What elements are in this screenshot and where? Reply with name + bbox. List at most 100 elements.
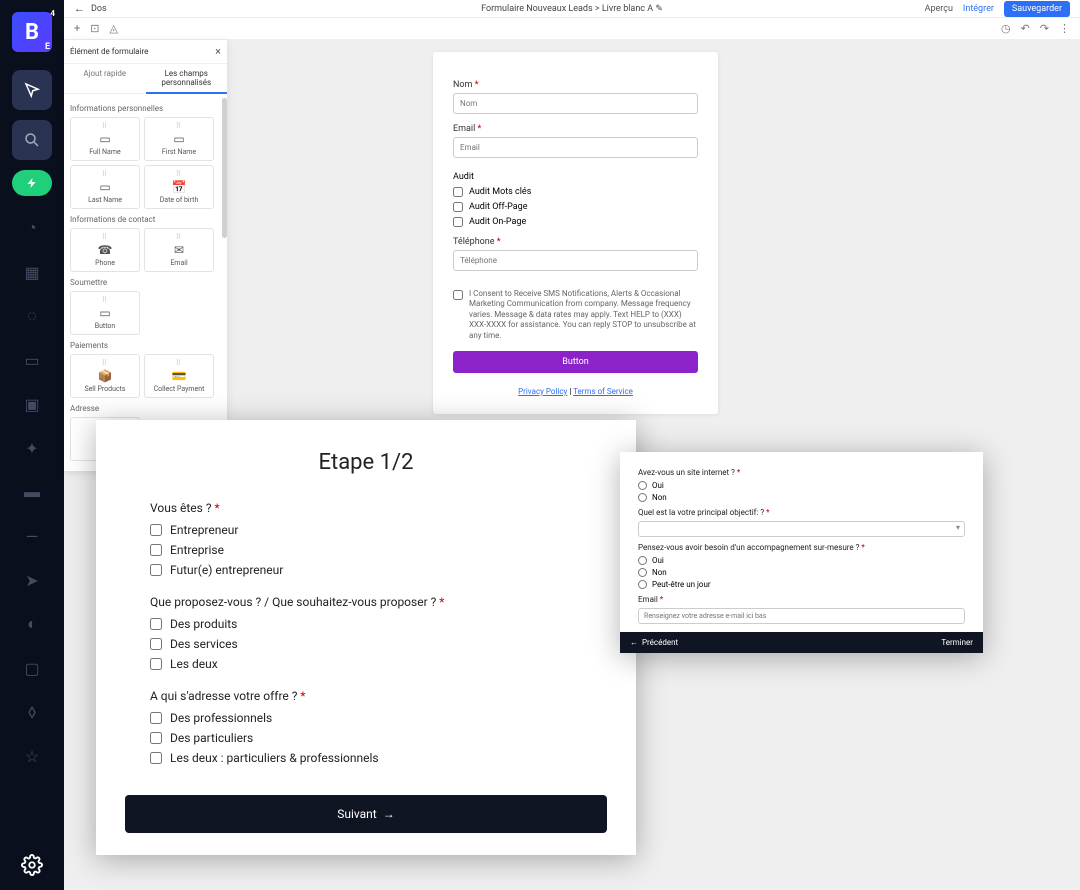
top-bar: ← Dos Formulaire Nouveaux Leads > Livre …	[64, 0, 1080, 18]
nav-icon-2[interactable]: ▦	[24, 264, 40, 280]
step2-q2-select[interactable]	[638, 521, 965, 537]
breadcrumb-sep: >	[595, 4, 602, 14]
step2-q1-label: Avez-vous un site internet ? *	[638, 468, 965, 477]
tile-dob[interactable]: ⠿📅Date of birth	[144, 165, 214, 209]
tile-button[interactable]: ⠿▭Button	[70, 291, 140, 335]
style-icon[interactable]: ◬	[109, 22, 117, 35]
step2-email-label: Email *	[638, 595, 965, 604]
audit-onpage-checkbox[interactable]	[453, 217, 463, 227]
save-button[interactable]: Sauvegarder	[1004, 1, 1070, 17]
section-address: Adresse	[70, 398, 221, 417]
step1-q3-opt2[interactable]: Des particuliers	[150, 731, 612, 745]
tile-full-name[interactable]: ⠿▭Full Name	[70, 117, 140, 161]
close-icon[interactable]: ×	[215, 45, 221, 58]
toolbar: + ⊡ ◬ ◷ ↶ ↷ ⋮	[64, 18, 1080, 40]
audit-onpage-row[interactable]: Audit On-Page	[453, 217, 698, 227]
privacy-link[interactable]: Privacy Policy	[518, 387, 567, 396]
tile-first-name[interactable]: ⠿▭First Name	[144, 117, 214, 161]
back-arrow-icon[interactable]: ←	[74, 2, 85, 15]
tile-last-name[interactable]: ⠿▭Last Name	[70, 165, 140, 209]
logo-sub: E	[45, 42, 50, 52]
step1-q3-opt3[interactable]: Les deux : particuliers & professionnels	[150, 751, 612, 765]
clock-icon[interactable]: ◷	[1001, 22, 1011, 35]
previous-button[interactable]: ←Précédent	[630, 638, 678, 647]
tile-sell-products[interactable]: ⠿📦Sell Products	[70, 354, 140, 398]
undo-icon[interactable]: ↶	[1021, 22, 1030, 35]
back-label[interactable]: Dos	[91, 4, 107, 14]
audit-keywords-checkbox[interactable]	[453, 187, 463, 197]
step2-q3-label: Pensez-vous avoir besoin d'un accompagne…	[638, 543, 965, 552]
step2-q3-opt2[interactable]: Non	[638, 568, 965, 577]
step1-q2-opt2[interactable]: Des services	[150, 637, 612, 651]
nav-icon-12[interactable]: ◊	[24, 704, 40, 720]
step2-q3-opt3[interactable]: Peut-être un jour	[638, 580, 965, 589]
step1-q1-opt3[interactable]: Futur(e) entrepreneur	[150, 563, 612, 577]
panel-scrollbar[interactable]	[222, 98, 227, 238]
phone-input[interactable]	[453, 250, 698, 271]
step2-card: Avez-vous un site internet ? * Oui Non Q…	[620, 452, 983, 653]
settings-gear-icon[interactable]	[19, 852, 45, 878]
nav-icon-5[interactable]: ▣	[24, 396, 40, 412]
nav-icon-11[interactable]: ▢	[24, 660, 40, 676]
step1-q1-opt1[interactable]: Entrepreneur	[150, 523, 612, 537]
step1-card: Etape 1/2 Vous êtes ? * Entrepreneur Ent…	[96, 420, 636, 855]
audit-offpage-row[interactable]: Audit Off-Page	[453, 202, 698, 212]
app-logo[interactable]: B 4 E	[12, 12, 52, 52]
submit-button[interactable]: Button	[453, 351, 698, 373]
logo-letter: B	[25, 20, 39, 45]
add-icon[interactable]: +	[74, 22, 80, 35]
section-submit: Soumettre	[70, 272, 221, 291]
step2-q3-opt1[interactable]: Oui	[638, 556, 965, 565]
redo-icon[interactable]: ↷	[1040, 22, 1049, 35]
logo-badge: 4	[50, 9, 55, 18]
app-sidebar: B 4 E ◔ ▦ ◌ ▭ ▣ ✦ ▬ — ➤ ◐ ▢ ◊ ☆	[0, 0, 64, 890]
step2-email-input[interactable]	[638, 608, 965, 624]
nav-icon-4[interactable]: ▭	[24, 352, 40, 368]
bolt-button[interactable]	[12, 170, 52, 196]
step1-q1-label: Vous êtes ? *	[150, 501, 612, 515]
consent-row[interactable]: I Consent to Receive SMS Notifications, …	[453, 289, 698, 341]
more-icon[interactable]: ⋮	[1059, 22, 1070, 35]
step1-q2-opt1[interactable]: Des produits	[150, 617, 612, 631]
arrow-right-icon: →	[383, 807, 395, 821]
tile-email[interactable]: ⠿✉Email	[144, 228, 214, 272]
step1-q3-opt1[interactable]: Des professionnels	[150, 711, 612, 725]
arrow-left-icon: ←	[630, 638, 638, 647]
consent-checkbox[interactable]	[453, 290, 463, 300]
edit-pencil-icon[interactable]: ✎	[655, 4, 663, 14]
cursor-tool-button[interactable]	[12, 70, 52, 110]
audit-keywords-row[interactable]: Audit Mots clés	[453, 187, 698, 197]
step1-q1-opt2[interactable]: Entreprise	[150, 543, 612, 557]
nav-icon-star[interactable]: ☆	[24, 748, 40, 764]
tab-custom-fields[interactable]: Les champs personnalisés	[146, 64, 228, 94]
insert-icon[interactable]: ⊡	[90, 22, 99, 35]
nav-icon-9[interactable]: ➤	[24, 572, 40, 588]
name-input[interactable]	[453, 93, 698, 114]
phone-label: Téléphone *	[453, 237, 698, 247]
email-input[interactable]	[453, 137, 698, 158]
step1-q2-opt3[interactable]: Les deux	[150, 657, 612, 671]
step1-q2-label: Que proposez-vous ? / Que souhaitez-vous…	[150, 595, 612, 609]
nav-icon-10[interactable]: ◐	[24, 616, 40, 632]
tile-phone[interactable]: ⠿☎Phone	[70, 228, 140, 272]
search-button[interactable]	[12, 120, 52, 160]
finish-button[interactable]: Terminer	[941, 638, 973, 647]
nav-icon-8[interactable]: —	[24, 528, 40, 544]
step2-q1-opt1[interactable]: Oui	[638, 481, 965, 490]
nav-icon-7[interactable]: ▬	[24, 484, 40, 500]
integrate-link[interactable]: Intégrer	[963, 4, 994, 14]
tab-quick-add[interactable]: Ajout rapide	[64, 64, 146, 94]
step2-q1-opt2[interactable]: Non	[638, 493, 965, 502]
nav-icon-6[interactable]: ✦	[24, 440, 40, 456]
preview-link[interactable]: Aperçu	[925, 4, 953, 14]
audit-offpage-checkbox[interactable]	[453, 202, 463, 212]
canvas: Élément de formulaire × Ajout rapide Les…	[64, 40, 1080, 890]
breadcrumb-2: Livre blanc A	[602, 4, 653, 14]
nav-icon-3[interactable]: ◌	[24, 308, 40, 324]
next-button[interactable]: Suivant→	[125, 795, 607, 833]
tos-link[interactable]: Terms of Service	[573, 387, 633, 396]
name-label: Nom *	[453, 80, 698, 90]
tile-collect-payment[interactable]: ⠿💳Collect Payment	[144, 354, 214, 398]
nav-icon-1[interactable]: ◔	[24, 220, 40, 236]
policy-row: Privacy Policy | Terms of Service	[453, 387, 698, 396]
